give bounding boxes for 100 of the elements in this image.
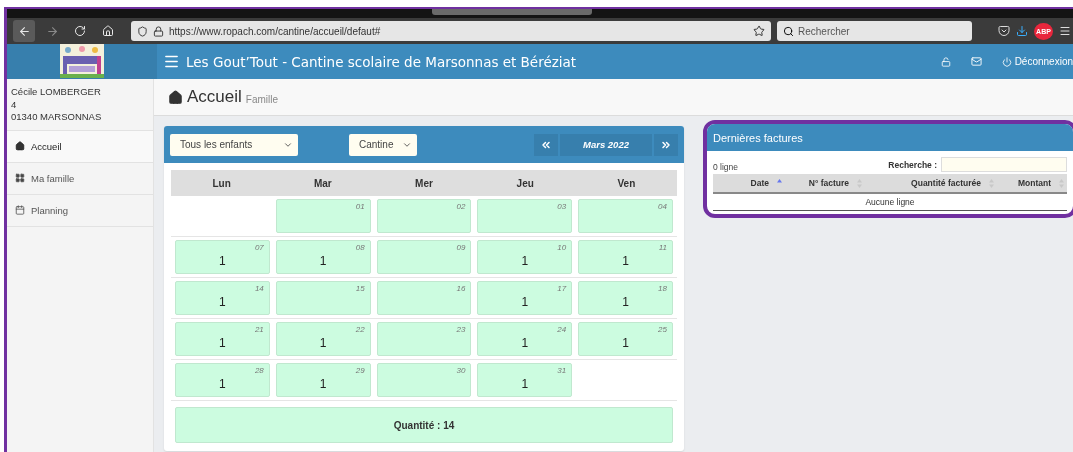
- column-header[interactable]: Date: [713, 178, 785, 188]
- column-header[interactable]: N° facture: [785, 178, 865, 188]
- column-header[interactable]: Montant: [997, 178, 1067, 188]
- day-cell[interactable]: 14 1: [175, 281, 270, 315]
- day-number: 17: [557, 284, 567, 293]
- day-number: 04: [658, 202, 667, 211]
- row-count: 0 ligne: [713, 162, 739, 172]
- day-number: 11: [658, 243, 667, 252]
- service-select[interactable]: Cantine: [349, 133, 417, 156]
- user-info-line: 4: [11, 98, 18, 111]
- pocket-icon[interactable]: [998, 25, 1010, 37]
- day-number: 22: [355, 325, 365, 334]
- day-cell[interactable]: 02: [376, 199, 472, 233]
- day-cell[interactable]: 24 1: [477, 322, 573, 356]
- day-cell[interactable]: 22 1: [275, 322, 371, 356]
- page-title: Accueil: [187, 87, 242, 107]
- back-button[interactable]: [13, 20, 35, 42]
- day-cell[interactable]: 18 1: [578, 281, 673, 315]
- day-cell[interactable]: 10 1: [477, 240, 573, 274]
- day-cell[interactable]: 04: [578, 199, 673, 233]
- day-cell[interactable]: 28 1: [175, 363, 270, 397]
- meal-count: 1: [622, 295, 629, 309]
- day-cell[interactable]: 03: [477, 199, 573, 233]
- day-number: 21: [254, 325, 264, 334]
- meal-count: 1: [521, 336, 529, 350]
- search-label: Recherche :: [888, 159, 937, 170]
- day-number: 30: [456, 366, 466, 375]
- day-cell[interactable]: 15: [275, 281, 371, 315]
- day-number: 01: [355, 202, 365, 211]
- meal-count: 1: [219, 377, 226, 391]
- day-number: 15: [355, 284, 365, 293]
- meal-count: 1: [622, 254, 629, 268]
- day-cell[interactable]: 29 1: [275, 363, 371, 397]
- day-cell[interactable]: 21 1: [175, 322, 270, 356]
- search-field[interactable]: [941, 157, 1067, 172]
- day-number: 24: [557, 325, 567, 334]
- day-cell[interactable]: 08 1: [275, 240, 371, 274]
- day-cell[interactable]: 23: [376, 322, 472, 356]
- child-select[interactable]: Tous les enfants: [170, 133, 298, 156]
- day-number: 08: [355, 243, 365, 252]
- user-info-line: 01340 MARSONNAS: [11, 111, 103, 124]
- lock-icon: [153, 25, 164, 37]
- sidebar-item[interactable]: Planning: [7, 194, 153, 227]
- menu-icon[interactable]: [163, 53, 180, 70]
- meal-count: 1: [219, 295, 226, 309]
- day-number: 31: [557, 366, 567, 375]
- star-icon[interactable]: [753, 25, 765, 37]
- day-number: 02: [456, 202, 466, 211]
- address-bar[interactable]: https://www.ropach.com/cantine/accueil/defaut#: [131, 21, 771, 41]
- sidebar-item[interactable]: Accueil: [7, 130, 153, 163]
- day-number: 23: [456, 325, 466, 334]
- home-icon: [168, 89, 183, 105]
- meal-count: 1: [521, 254, 529, 268]
- day-number: 29: [355, 366, 365, 375]
- reload-icon: [74, 25, 86, 37]
- day-number: 16: [456, 284, 466, 293]
- search-field[interactable]: Rechercher: [777, 21, 972, 41]
- calendar-icon: [15, 205, 25, 215]
- forward-icon: [45, 24, 59, 38]
- meal-count: 1: [219, 254, 226, 268]
- site-title: Les Gout’Tout - Cantine scolaire de Marsonnas et Béréziat: [186, 53, 577, 70]
- weekday-label: Mar: [312, 177, 333, 189]
- month-label: Mars 2022: [560, 133, 652, 156]
- meal-count: 1: [319, 254, 327, 268]
- day-cell[interactable]: 16: [376, 281, 472, 315]
- user-info-line: Cécile LOMBERGER: [11, 86, 102, 99]
- menu-icon[interactable]: [1059, 25, 1071, 37]
- day-cell[interactable]: 31 1: [477, 363, 573, 397]
- meal-count: 1: [319, 377, 327, 391]
- download-icon[interactable]: [1016, 25, 1028, 37]
- day-number: 14: [254, 284, 264, 293]
- weekday-label: Lun: [211, 177, 232, 189]
- home-icon: [102, 25, 114, 37]
- mail-icon[interactable]: [970, 56, 982, 67]
- grid-icon: [15, 173, 25, 183]
- sidebar-item[interactable]: Ma famille: [7, 162, 153, 195]
- column-header[interactable]: Quantité facturée: [865, 178, 997, 188]
- unlock-icon[interactable]: [940, 56, 951, 67]
- next-month-button[interactable]: [654, 133, 678, 156]
- previous-month-button[interactable]: [534, 133, 558, 156]
- day-number: 07: [254, 243, 264, 252]
- logout-link[interactable]: Déconnexion: [1001, 56, 1073, 67]
- day-cell[interactable]: 30: [376, 363, 472, 397]
- day-cell[interactable]: 25 1: [578, 322, 673, 356]
- weekday-label: Jeu: [515, 177, 535, 189]
- day-cell[interactable]: 17 1: [477, 281, 573, 315]
- day-cell[interactable]: 11 1: [578, 240, 673, 274]
- meal-count: 1: [219, 336, 226, 350]
- day-number: 03: [557, 202, 567, 211]
- day-cell[interactable]: 09: [376, 240, 472, 274]
- search-icon: [783, 25, 794, 37]
- day-cell[interactable]: 01: [275, 199, 371, 233]
- day-number: 25: [658, 325, 667, 334]
- meal-count: 1: [521, 377, 529, 391]
- day-cell[interactable]: 07 1: [175, 240, 270, 274]
- meal-count: 1: [319, 336, 327, 350]
- weekday-label: Ven: [616, 177, 637, 189]
- meal-count: 1: [521, 295, 529, 309]
- page-subtitle: Famille: [245, 94, 279, 105]
- day-number: 28: [254, 366, 264, 375]
